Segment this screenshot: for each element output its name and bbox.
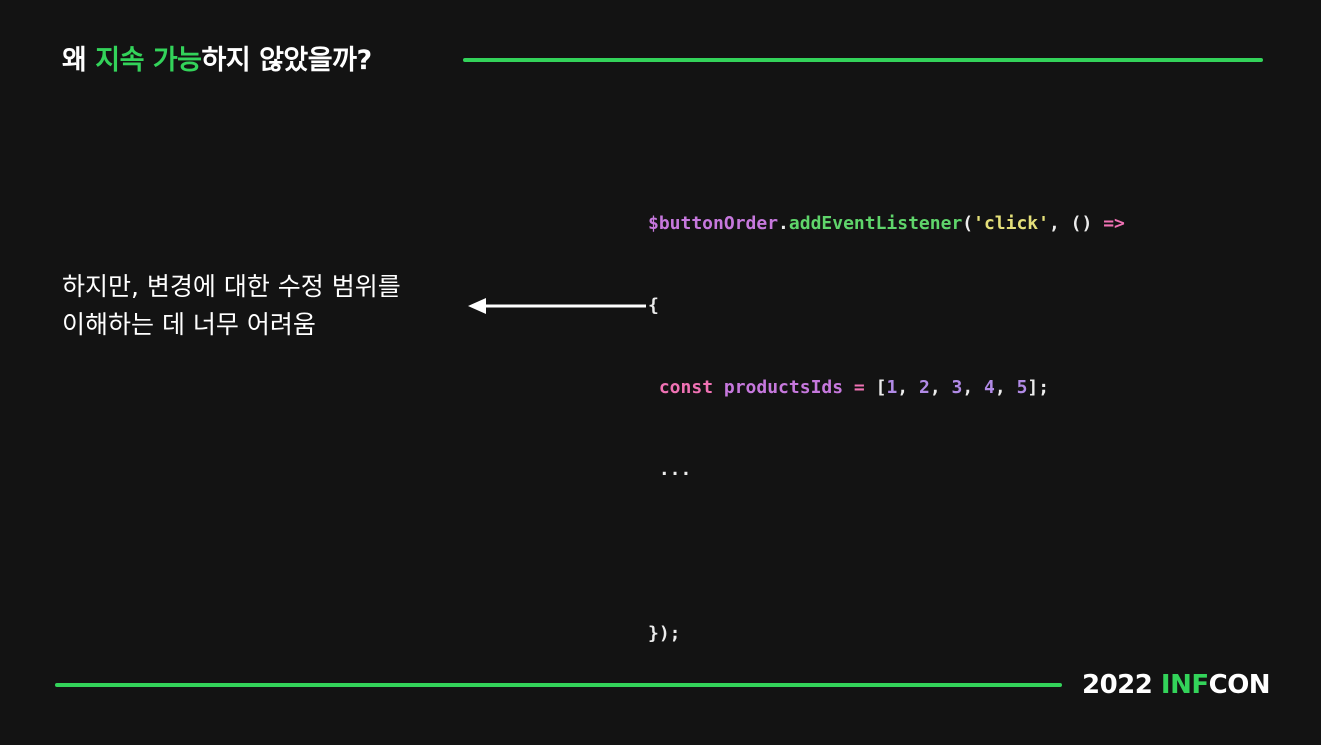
code-comma: , — [1048, 213, 1071, 234]
code-number: 4 — [984, 377, 995, 398]
code-variable: $buttonOrder — [648, 213, 779, 234]
code-dot: . — [778, 213, 789, 234]
left-arrow-icon — [468, 298, 646, 314]
code-number: 1 — [886, 377, 898, 398]
code-open-paren: ( — [962, 213, 974, 234]
code-line-2: { — [648, 295, 659, 316]
brand-logo: 2022 INFCON — [1082, 669, 1271, 701]
code-string: 'click' — [973, 213, 1049, 234]
code-line-3: const productsIds = [1, 2, 3, 4, 5]; — [648, 368, 1125, 408]
title-suffix: 하지 않았을까? — [201, 45, 373, 76]
code-bracket-close: ]; — [1027, 377, 1050, 398]
brand-rest: CON — [1208, 670, 1271, 700]
code-parens: () — [1070, 213, 1104, 234]
code-separator: , — [897, 377, 919, 398]
caption-line-1: 하지만, 변경에 대한 수정 범위를 — [62, 272, 401, 301]
title-divider — [463, 58, 1263, 62]
code-snippet: $buttonOrder.addEventListener('click', (… — [648, 162, 1125, 675]
code-keyword: const — [658, 377, 714, 398]
code-method: addEventListener — [788, 213, 963, 234]
brand-highlight: INF — [1160, 670, 1209, 700]
code-separator: , — [994, 377, 1017, 398]
code-bracket-open: [ — [864, 377, 887, 398]
title-highlight: 지속 가능 — [95, 45, 202, 76]
code-number: 3 — [951, 377, 963, 398]
code-equals: = — [853, 377, 865, 398]
code-line-4: ... — [648, 459, 692, 480]
code-separator: , — [929, 377, 952, 398]
footer-divider — [55, 683, 1062, 687]
code-separator: , — [962, 377, 985, 398]
code-number: 5 — [1016, 377, 1028, 398]
caption-line-2: 이해하는 데 너무 어려움 — [62, 310, 316, 339]
brand-year: 2022 — [1082, 670, 1161, 700]
title-prefix: 왜 — [62, 45, 96, 76]
slide-title: 왜 지속 가능하지 않았을까? — [62, 41, 372, 81]
code-line-1: $buttonOrder.addEventListener('click', (… — [648, 204, 1125, 244]
code-number: 2 — [918, 377, 930, 398]
code-identifier: productsIds — [713, 377, 854, 398]
caption-text: 하지만, 변경에 대한 수정 범위를 이해하는 데 너무 어려움 — [62, 268, 401, 344]
code-line-6: }); — [648, 623, 681, 644]
code-arrow: => — [1103, 213, 1125, 234]
